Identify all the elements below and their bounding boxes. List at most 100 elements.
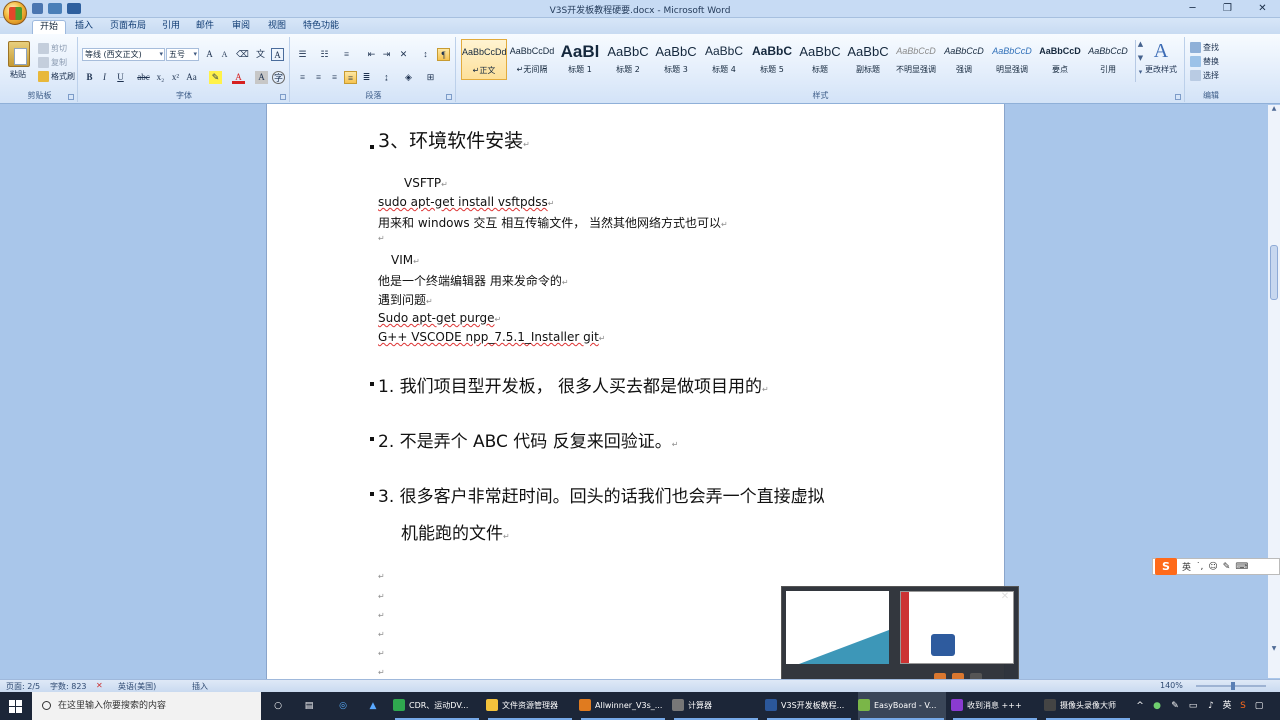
paragraph-launcher-icon[interactable] bbox=[446, 94, 452, 100]
change-styles-button[interactable]: A 更改样式 bbox=[1145, 40, 1177, 75]
align-center-icon[interactable]: ≡ bbox=[312, 71, 325, 84]
page-indicator[interactable]: 页面: 2/5 bbox=[6, 681, 40, 692]
styles-launcher-icon[interactable] bbox=[1175, 94, 1181, 100]
style-intense-emphasis[interactable]: AaBbCcD 明显强调 bbox=[989, 39, 1035, 80]
cut-button[interactable]: 剪切 bbox=[38, 43, 67, 54]
style-heading-3[interactable]: AaBbC 标题 3 bbox=[653, 39, 699, 80]
ime-toolbar[interactable]: S 英 ˙, ☺ ✎ ⌨ bbox=[1152, 558, 1280, 575]
sogou-tray-icon[interactable]: S bbox=[1236, 692, 1250, 720]
tray-pen-icon[interactable]: ✎ bbox=[1168, 692, 1182, 720]
clear-format-icon[interactable]: ⌫ bbox=[236, 48, 249, 61]
format-painter-button[interactable]: 格式刷 bbox=[38, 71, 75, 82]
style-no-spacing[interactable]: AaBbCcDd ↵无间隔 bbox=[509, 39, 555, 80]
bold-button[interactable]: B bbox=[83, 71, 96, 84]
grow-font-button[interactable]: A bbox=[203, 48, 216, 61]
thumbnail-preview-2[interactable] bbox=[900, 591, 1014, 664]
numbering-icon[interactable]: ☷ bbox=[318, 48, 331, 61]
char-border-icon[interactable]: A bbox=[271, 48, 284, 61]
close-button[interactable]: ✕ bbox=[1245, 0, 1280, 18]
scroll-up-icon[interactable]: ▲ bbox=[1136, 40, 1145, 54]
vertical-scrollbar[interactable]: ▲ ▼ bbox=[1268, 105, 1280, 678]
thumbnail-close-icon[interactable]: ✕ bbox=[998, 590, 1012, 604]
shrink-font-button[interactable]: A bbox=[218, 48, 231, 61]
tab-page-layout[interactable]: 页面布局 bbox=[110, 20, 146, 34]
replace-button[interactable]: 替换 bbox=[1190, 56, 1219, 67]
subscript-button[interactable]: x₂ bbox=[154, 71, 167, 84]
multilevel-list-icon[interactable]: ≡ bbox=[340, 48, 353, 61]
tab-references[interactable]: 引用 bbox=[162, 20, 180, 34]
style-heading-4[interactable]: AaBbC 标题 4 bbox=[701, 39, 747, 80]
tab-mailings[interactable]: 邮件 bbox=[196, 20, 214, 34]
justify-icon[interactable]: ≡ bbox=[344, 71, 357, 84]
align-left-icon[interactable]: ≡ bbox=[296, 71, 309, 84]
paste-icon[interactable] bbox=[8, 41, 30, 67]
cortana-icon[interactable]: ○ bbox=[268, 692, 288, 720]
select-button[interactable]: 选择 bbox=[1190, 70, 1219, 81]
show-marks-icon[interactable]: ¶ bbox=[437, 48, 450, 61]
style-normal[interactable]: AaBbCcDd ↵正文 bbox=[461, 39, 507, 80]
notification-icon[interactable]: ▢ bbox=[1252, 692, 1266, 720]
style-subtitle[interactable]: AaBbC 副标题 bbox=[845, 39, 891, 80]
line-spacing-icon[interactable]: ↨ bbox=[380, 71, 393, 84]
font-launcher-icon[interactable] bbox=[280, 94, 286, 100]
distributed-icon[interactable]: ≣ bbox=[360, 71, 373, 84]
taskbar-item-cdr[interactable]: CDR、运动DV... bbox=[393, 692, 481, 720]
style-subtle-emphasis[interactable]: AaBbCcD 不明显强调 bbox=[893, 39, 939, 80]
zoom-level[interactable]: 140% bbox=[1160, 681, 1183, 690]
style-heading-1[interactable]: AaBl 标题 1 bbox=[557, 39, 603, 80]
font-name-dropdown[interactable]: 等线 (西文正文) bbox=[82, 48, 165, 61]
language-indicator[interactable]: 英语(美国) bbox=[118, 681, 156, 692]
tab-insert[interactable]: 插入 bbox=[75, 20, 93, 34]
more-styles-icon[interactable]: ▾ bbox=[1136, 68, 1145, 82]
phonetic-guide-icon[interactable]: 文 bbox=[254, 48, 267, 61]
taskbar-item-camera[interactable]: 摄像头录像大师 bbox=[1044, 692, 1132, 720]
task-view-icon[interactable]: ▤ bbox=[298, 692, 320, 720]
minimize-button[interactable]: ─ bbox=[1175, 0, 1210, 18]
underline-button[interactable]: U bbox=[114, 71, 127, 84]
taskbar-search-box[interactable]: 在这里输入你要搜索的内容 bbox=[32, 692, 261, 720]
scroll-up-arrow-icon[interactable]: ▲ bbox=[1268, 105, 1280, 115]
tab-home[interactable]: 开始 bbox=[32, 20, 67, 34]
tab-review[interactable]: 审阅 bbox=[232, 20, 250, 34]
start-button[interactable] bbox=[0, 692, 32, 720]
bullets-icon[interactable]: ☰ bbox=[296, 48, 309, 61]
shading-icon[interactable]: ◈ bbox=[402, 71, 415, 84]
maximize-button[interactable]: ❐ bbox=[1210, 0, 1245, 18]
clipboard-launcher-icon[interactable] bbox=[68, 94, 74, 100]
taskbar-item-allwinner[interactable]: Allwinner_V3s_... bbox=[579, 692, 667, 720]
strikethrough-button[interactable]: abc bbox=[137, 71, 150, 84]
word-count[interactable]: 字数: 823 bbox=[50, 681, 87, 692]
sort-icon[interactable]: ↕ bbox=[419, 48, 432, 61]
volume-icon[interactable]: ♪ bbox=[1204, 692, 1218, 720]
thumbnail-preview-1[interactable] bbox=[786, 591, 889, 664]
style-heading-5[interactable]: AaBbC 标题 5 bbox=[749, 39, 795, 80]
enclose-char-icon[interactable]: 字 bbox=[272, 71, 285, 84]
decrease-indent-icon[interactable]: ⇤ bbox=[365, 48, 378, 61]
scroll-down-icon[interactable]: ▼ bbox=[1136, 54, 1145, 68]
keyboard-icon[interactable]: ⌨ bbox=[1235, 562, 1248, 572]
style-strong[interactable]: AaBbCcD 要点 bbox=[1037, 39, 1083, 80]
style-quote[interactable]: AaBbCcD 引用 bbox=[1085, 39, 1131, 80]
find-button[interactable]: 查找 bbox=[1190, 42, 1219, 53]
emoji-icon[interactable]: ☺ bbox=[1208, 562, 1217, 572]
zoom-slider[interactable] bbox=[1196, 682, 1266, 690]
superscript-button[interactable]: x² bbox=[169, 71, 182, 84]
punctuation-icon[interactable]: ˙, bbox=[1196, 562, 1203, 572]
app-shortcut-icon[interactable]: ▲ bbox=[362, 692, 384, 720]
mic-icon[interactable]: ✎ bbox=[1223, 562, 1231, 572]
taskbar-item-calculator[interactable]: 计算器 bbox=[672, 692, 760, 720]
proofing-icon[interactable]: ✕ bbox=[96, 681, 103, 690]
style-emphasis[interactable]: AaBbCcD 强调 bbox=[941, 39, 987, 80]
style-heading-2[interactable]: AaBbC 标题 2 bbox=[605, 39, 651, 80]
taskbar-item-word[interactable]: V3S开发板教程... bbox=[765, 692, 853, 720]
taskbar-item-explorer[interactable]: 文件资源管理器 bbox=[486, 692, 574, 720]
paste-button[interactable]: 粘贴 bbox=[10, 69, 26, 80]
taskbar-item-messages[interactable]: 收到消息 +++ bbox=[951, 692, 1039, 720]
align-right-icon[interactable]: ≡ bbox=[328, 71, 341, 84]
borders-icon[interactable]: ⊞ bbox=[424, 71, 437, 84]
char-shading-icon[interactable]: A bbox=[255, 71, 268, 84]
office-button[interactable] bbox=[3, 1, 27, 25]
chinese-layout-icon[interactable]: ✕ bbox=[397, 48, 410, 61]
change-case-button[interactable]: Aa bbox=[185, 71, 198, 84]
copy-button[interactable]: 复制 bbox=[38, 57, 67, 68]
